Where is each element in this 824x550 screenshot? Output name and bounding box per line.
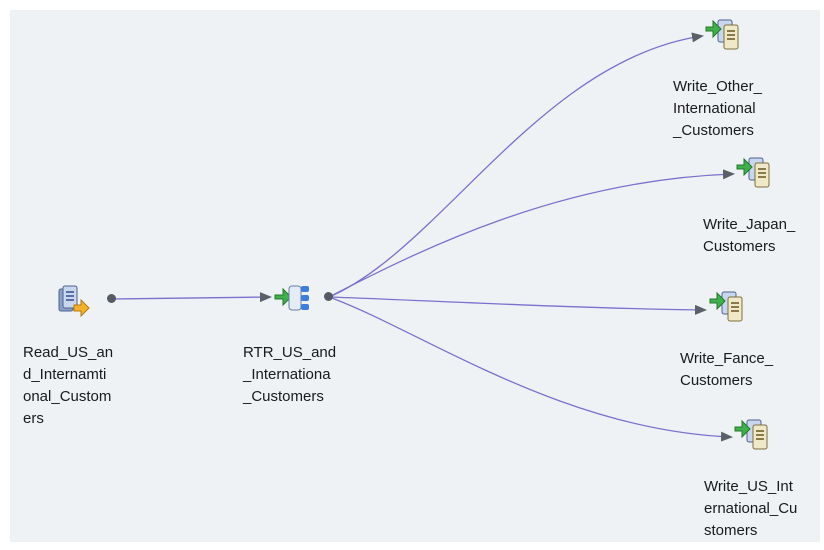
write-target-icon[interactable] [733, 416, 769, 450]
write-target-icon[interactable] [704, 16, 740, 50]
write-us-label: Write_US_Int ernational_Cu stomers [704, 478, 798, 539]
link-router-to-write-fance[interactable] [328, 296, 707, 315]
write-target-icon[interactable] [735, 154, 771, 188]
read-source-icon[interactable] [55, 283, 91, 318]
link-read-to-router[interactable] [111, 292, 272, 303]
router-label: RTR_US_and _Internationa _Customers [243, 344, 337, 405]
router-output-port[interactable] [324, 292, 333, 301]
write-japan-label: Write_Japan_ Customers [703, 216, 796, 255]
write-target-icon[interactable] [708, 288, 744, 322]
read-output-port[interactable] [107, 294, 116, 303]
link-router-to-write-us[interactable] [328, 296, 733, 442]
link-router-to-write-japan[interactable] [328, 169, 735, 298]
router-transformation-icon[interactable] [273, 281, 309, 315]
write-other-label: Write_Other_ International _Customers [673, 78, 762, 139]
write-fance-label: Write_Fance_ Customers [680, 350, 774, 389]
read-source-label: Read_US_an d_Internamti onal_Custom ers [23, 344, 114, 427]
link-router-to-write-other[interactable] [328, 32, 704, 298]
